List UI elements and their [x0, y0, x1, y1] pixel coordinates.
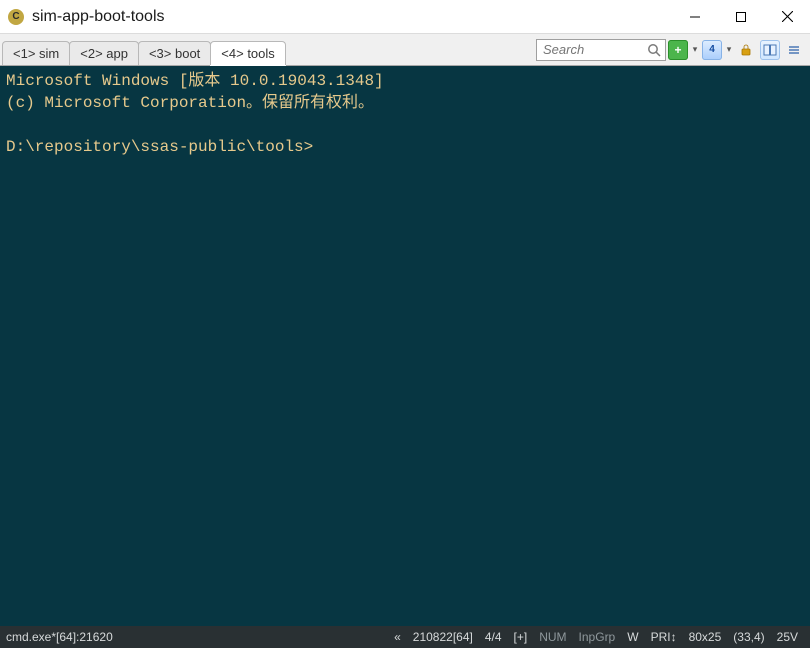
tab-4-tools[interactable]: <4> tools — [210, 41, 286, 65]
status-volt: 25V — [777, 630, 798, 644]
titlebar: C sim-app-boot-tools — [0, 0, 810, 34]
status-inpgrp: InpGrp — [579, 630, 616, 644]
tabs: <1> sim <2> app <3> boot <4> tools — [0, 34, 285, 65]
lock-icon[interactable] — [736, 40, 756, 60]
statusbar: cmd.exe*[64]:21620 « 210822[64] 4/4 [+] … — [0, 626, 810, 648]
tab-count-dropdown[interactable]: ▾ — [724, 39, 734, 61]
window-title: sim-app-boot-tools — [32, 8, 165, 26]
terminal-prompt: D:\repository\ssas-public\tools> — [6, 138, 313, 156]
tab-2-app[interactable]: <2> app — [69, 41, 139, 65]
close-button[interactable] — [764, 0, 810, 33]
maximize-button[interactable] — [718, 0, 764, 33]
tab-1-sim[interactable]: <1> sim — [2, 41, 70, 65]
tab-3-boot[interactable]: <3> boot — [138, 41, 211, 65]
terminal-line: Microsoft Windows [版本 10.0.19043.1348] — [6, 72, 384, 90]
status-size: 80x25 — [689, 630, 722, 644]
status-process: cmd.exe*[64]:21620 — [6, 630, 113, 644]
status-sync: [+] — [514, 630, 528, 644]
terminal[interactable]: Microsoft Windows [版本 10.0.19043.1348] (… — [0, 66, 810, 626]
new-tab-dropdown[interactable]: ▾ — [690, 39, 700, 61]
window-controls — [672, 0, 810, 33]
search-icon[interactable] — [646, 42, 662, 58]
tool-icons: + ▾ 4 ▾ — [666, 34, 810, 65]
status-num: NUM — [539, 630, 566, 644]
toolbar: <1> sim <2> app <3> boot <4> tools + ▾ 4… — [0, 34, 810, 66]
status-w: W — [627, 630, 638, 644]
status-build: 210822[64] — [413, 630, 473, 644]
split-panes-icon[interactable] — [760, 40, 780, 60]
app-icon: C — [8, 9, 24, 25]
terminal-line: (c) Microsoft Corporation。保留所有权利。 — [6, 94, 374, 112]
status-pri: PRI↕ — [651, 630, 677, 644]
status-chevrons: « — [394, 630, 401, 644]
menu-icon[interactable] — [784, 40, 804, 60]
search-wrap — [536, 38, 662, 61]
tab-count-button[interactable]: 4 — [702, 40, 722, 60]
new-tab-button[interactable]: + — [668, 40, 688, 60]
status-index: 4/4 — [485, 630, 502, 644]
status-cursor: (33,4) — [733, 630, 764, 644]
minimize-button[interactable] — [672, 0, 718, 33]
